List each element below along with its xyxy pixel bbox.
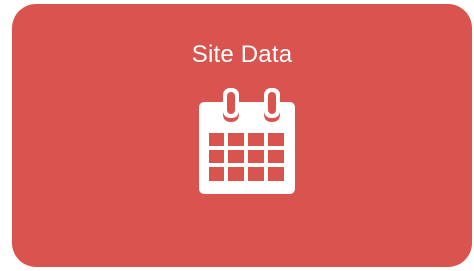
calendar-icon — [197, 88, 297, 194]
site-data-tile[interactable]: Site Data — [12, 4, 472, 267]
tile-title: Site Data — [191, 41, 293, 68]
